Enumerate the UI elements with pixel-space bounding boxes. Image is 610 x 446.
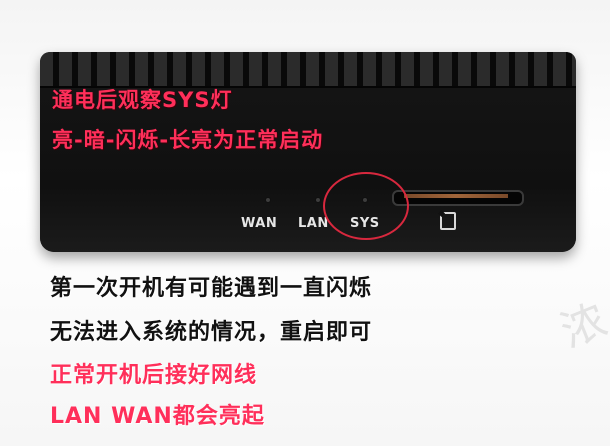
lan-led xyxy=(316,198,320,202)
sd-card-slot-icon xyxy=(440,212,456,230)
caption-line-6: LAN WAN都会亮起 xyxy=(50,404,265,429)
product-photo: WAN LAN SYS 通电后观察SYS灯 亮-暗-闪烁-长亮为正常启动 第一次… xyxy=(0,0,610,446)
wan-label: WAN xyxy=(241,216,278,231)
caption-line-2: 亮-暗-闪烁-长亮为正常启动 xyxy=(52,128,324,152)
caption-line-5: 正常开机后接好网线 xyxy=(50,363,258,388)
caption-line-3: 第一次开机有可能遇到一直闪烁 xyxy=(50,276,373,301)
sd-card-slot xyxy=(392,190,524,206)
watermark: 浓 xyxy=(553,294,610,359)
heatsink-fins xyxy=(40,52,576,88)
caption-line-4: 无法进入系统的情况，重启即可 xyxy=(50,320,373,345)
sys-highlight-circle xyxy=(323,172,409,240)
caption-line-1: 通电后观察SYS灯 xyxy=(52,88,233,112)
sd-card xyxy=(404,194,508,198)
lan-label: LAN xyxy=(298,216,329,231)
wan-led xyxy=(266,198,270,202)
